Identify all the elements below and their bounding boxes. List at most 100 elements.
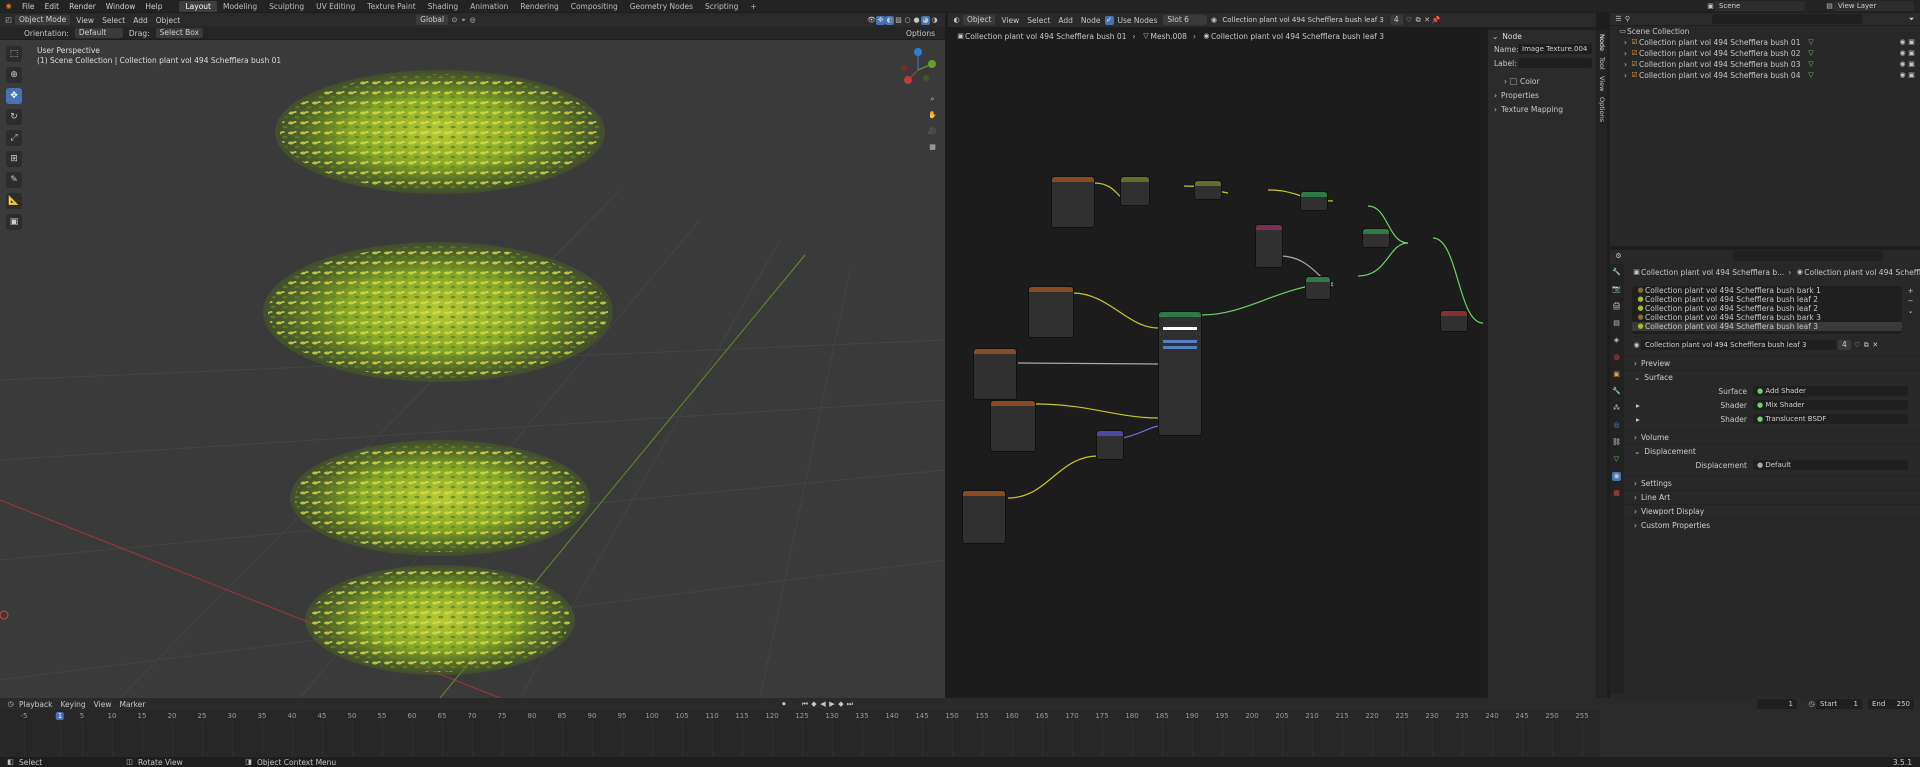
settings-panel[interactable]: › Settings: [1624, 476, 1920, 490]
outliner-root[interactable]: ▭ Scene Collection: [1610, 26, 1920, 37]
proportional-icon[interactable]: ◎: [468, 16, 477, 25]
material-slot-item-active[interactable]: ● Collection plant vol 494 Schefflera bus…: [1632, 322, 1902, 331]
side-tab-tool[interactable]: Tool: [1598, 57, 1606, 70]
side-tab-node[interactable]: Node: [1598, 34, 1606, 51]
node-image-texture-1[interactable]: [1051, 176, 1095, 228]
color-checkbox[interactable]: [1510, 77, 1517, 85]
node-principled-bsdf[interactable]: [1158, 311, 1202, 436]
timeline-ruler[interactable]: -5 1 5 10 15 20 25 30 35 40 45 50 55 60 65 70 75 80 85 90 95…: [0, 710, 1600, 758]
editor-type-icon[interactable]: ◰: [4, 16, 13, 25]
node-material-output[interactable]: [1440, 310, 1468, 332]
material-slot-item[interactable]: ● Collection plant vol 494 Schefflera bus…: [1632, 295, 1902, 304]
line-art-panel[interactable]: › Line Art: [1624, 490, 1920, 504]
data-tab-icon[interactable]: ▽: [1612, 455, 1621, 464]
duplicate-material-icon[interactable]: ⧉: [1414, 16, 1423, 25]
side-tab-options[interactable]: Options: [1598, 97, 1606, 122]
bush-04[interactable]: [305, 565, 575, 675]
3d-cursor-icon[interactable]: [0, 610, 9, 620]
zoom-icon[interactable]: ⌕: [928, 95, 937, 104]
node-image-texture-4[interactable]: [990, 400, 1036, 452]
outliner-funnel-icon[interactable]: ⏷: [1907, 15, 1916, 24]
node-menu-select[interactable]: Select: [1023, 16, 1054, 25]
view-layer-tab-icon[interactable]: ▤: [1612, 319, 1621, 328]
object-tab-icon[interactable]: ▣: [1612, 370, 1621, 379]
viewport-menu-object[interactable]: Object: [152, 16, 184, 25]
bush-02[interactable]: [263, 242, 613, 382]
next-keyframe-icon[interactable]: ◆: [836, 700, 845, 709]
material-slot-item[interactable]: ● Collection plant vol 494 Schefflera bus…: [1632, 304, 1902, 313]
outliner-item[interactable]: › ☑ Collection plant vol 494 Schefflera b…: [1610, 48, 1920, 59]
grid-ortho-icon[interactable]: ▦: [928, 143, 937, 152]
add-slot-icon[interactable]: +: [1906, 287, 1915, 296]
timeline-menu-playback[interactable]: Playback: [15, 700, 56, 709]
material-slot-item[interactable]: ● Collection plant vol 494 Schefflera bus…: [1632, 313, 1902, 322]
node-mix-shader-1[interactable]: [1300, 191, 1328, 211]
material-name-field[interactable]: Collection plant vol 494 Schefflera bush…: [1218, 15, 1388, 25]
menu-render[interactable]: Render: [64, 2, 101, 11]
shader-expand-icon[interactable]: ▸: [1636, 415, 1640, 424]
tab-texture-paint[interactable]: Texture Paint: [361, 1, 421, 12]
snap-icon[interactable]: ⌖: [459, 16, 468, 25]
preview-range-icon[interactable]: ◷: [1807, 700, 1816, 709]
visibility-icon[interactable]: 👁: [867, 16, 876, 25]
constraints-tab-icon[interactable]: ⛓: [1612, 438, 1621, 447]
scale-icon[interactable]: ⤢: [6, 130, 22, 146]
jump-start-icon[interactable]: ⏮: [800, 700, 809, 709]
properties-search[interactable]: [1733, 251, 1883, 261]
node-image-texture-5[interactable]: [962, 490, 1006, 544]
add-workspace-button[interactable]: +: [744, 1, 762, 12]
outliner-item[interactable]: › ☑ Collection plant vol 494 Schefflera b…: [1610, 59, 1920, 70]
preview-panel[interactable]: › Preview: [1624, 356, 1920, 370]
play-reverse-icon[interactable]: ◀: [818, 700, 827, 709]
node-add-shader[interactable]: [1362, 228, 1390, 248]
volume-panel[interactable]: › Volume: [1624, 430, 1920, 444]
custom-properties-panel[interactable]: › Custom Properties: [1624, 518, 1920, 532]
scene-selector[interactable]: Scene: [1715, 1, 1805, 11]
view-layer-selector[interactable]: View Layer: [1834, 1, 1914, 11]
camera-render-icon[interactable]: ▣: [1907, 60, 1916, 69]
eye-icon[interactable]: ◉: [1898, 71, 1907, 80]
properties-type-icon[interactable]: ⚙: [1614, 252, 1623, 261]
select-box-icon[interactable]: ⬚: [6, 46, 22, 62]
tab-modeling[interactable]: Modeling: [217, 1, 263, 12]
output-tab-icon[interactable]: 🖨: [1612, 302, 1621, 311]
material-tab-icon[interactable]: ◉: [1612, 472, 1621, 481]
end-frame-field[interactable]: End 250: [1868, 699, 1914, 709]
rendered-shading-icon[interactable]: ◑: [930, 16, 939, 25]
particles-tab-icon[interactable]: ⁂: [1612, 404, 1621, 413]
timeline-type-icon[interactable]: ◷: [6, 700, 15, 709]
wireframe-shading-icon[interactable]: ○: [903, 16, 912, 25]
cursor-icon[interactable]: ⊕: [6, 67, 22, 83]
viewport-menu-add[interactable]: Add: [129, 16, 152, 25]
material-unlink-icon[interactable]: ✕: [1871, 341, 1880, 350]
overlay-icon[interactable]: ◐: [885, 15, 894, 25]
node-image-texture-2[interactable]: [1028, 286, 1074, 338]
remove-slot-icon[interactable]: −: [1906, 297, 1915, 306]
pan-hand-icon[interactable]: ✋: [928, 111, 937, 120]
menu-window[interactable]: Window: [101, 2, 141, 11]
camera-render-icon[interactable]: ▣: [1907, 71, 1916, 80]
node-mapping-1[interactable]: [1120, 176, 1150, 206]
camera-render-icon[interactable]: ▣: [1907, 38, 1916, 47]
menu-help[interactable]: Help: [140, 2, 167, 11]
material-duplicate-icon[interactable]: ⧉: [1862, 341, 1871, 350]
options-button[interactable]: Options: [902, 29, 939, 38]
material-fake-user-icon[interactable]: ♡: [1853, 341, 1862, 350]
node-mapping-2[interactable]: [1194, 180, 1222, 200]
tab-uv-editing[interactable]: UV Editing: [310, 1, 361, 12]
outliner-item[interactable]: › ☑ Collection plant vol 494 Schefflera b…: [1610, 37, 1920, 48]
transform-icon[interactable]: ⊞: [6, 151, 22, 167]
solid-shading-icon[interactable]: ●: [912, 16, 921, 25]
bush-03[interactable]: [290, 440, 590, 556]
blender-logo-icon[interactable]: ◉: [4, 2, 13, 11]
3d-viewport[interactable]: User Perspective (1) Scene Collection | …: [0, 40, 945, 698]
fake-user-icon[interactable]: ♡: [1405, 16, 1414, 25]
rotate-icon[interactable]: ↻: [6, 109, 22, 125]
surface-shader-field[interactable]: ● Add Shader: [1753, 386, 1908, 396]
material-slot-item[interactable]: ● Collection plant vol 494 Schefflera bus…: [1632, 286, 1902, 295]
material-browse-icon[interactable]: ◉: [1632, 341, 1641, 350]
tab-sculpting[interactable]: Sculpting: [263, 1, 310, 12]
eye-icon[interactable]: ◉: [1898, 60, 1907, 69]
menu-edit[interactable]: Edit: [40, 2, 65, 11]
shader1-field[interactable]: ● Mix Shader: [1753, 400, 1908, 410]
